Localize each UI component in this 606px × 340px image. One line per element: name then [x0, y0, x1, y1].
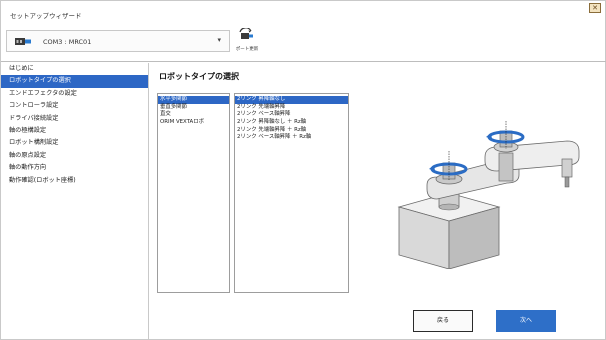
- sidebar-item-controller[interactable]: コントローラ設定: [1, 100, 148, 112]
- list-item[interactable]: 水平多関節: [158, 96, 229, 104]
- list-item[interactable]: 2リンク ベース軸昇降: [235, 111, 348, 119]
- list-item[interactable]: 2リンク 昇降軸なし: [235, 96, 348, 104]
- sidebar-item-intro[interactable]: はじめに: [1, 63, 148, 75]
- chevron-down-icon[interactable]: ▾: [217, 36, 221, 44]
- list-item[interactable]: 2リンク ベース軸昇降 ＋ Rz軸: [235, 134, 348, 142]
- close-button[interactable]: ✕: [589, 3, 601, 13]
- list-item[interactable]: ORIM VEXTAロボ: [158, 119, 229, 127]
- sidebar-item-motion-check[interactable]: 動作確認(ロボット座標): [1, 175, 148, 187]
- refresh-label: ポート更新: [235, 47, 259, 52]
- robot-variant-list[interactable]: 2リンク 昇降軸なし 2リンク 先端軸昇降 2リンク ベース軸昇降 2リンク 昇…: [234, 93, 349, 293]
- port-select[interactable]: COM3 : MRC01 ▾: [6, 30, 230, 52]
- back-button[interactable]: 戻る: [413, 310, 473, 332]
- window-title: セットアップウィザード: [10, 12, 82, 20]
- robot-type-list[interactable]: 水平多関節 垂直多関節 直交 ORIM VEXTAロボ: [157, 93, 230, 293]
- list-item[interactable]: 直交: [158, 111, 229, 119]
- sidebar-item-axis-direction[interactable]: 軸の動作方向: [1, 162, 148, 174]
- sidebar-item-end-effector[interactable]: エンドエフェクタの設定: [1, 88, 148, 100]
- sidebar-item-driver[interactable]: ドライバ接続設定: [1, 113, 148, 125]
- list-item[interactable]: 2リンク 昇降軸なし ＋ Rz軸: [235, 119, 348, 127]
- next-button[interactable]: 次へ: [496, 310, 556, 332]
- scara-robot-illustration: [397, 121, 580, 269]
- refresh-port-icon: [239, 28, 253, 39]
- page-title: ロボットタイプの選択: [159, 72, 239, 81]
- sidebar-item-robot-type[interactable]: ロボットタイプの選択: [1, 75, 148, 88]
- sidebar-item-robot-config[interactable]: ロボット構剤設定: [1, 137, 148, 149]
- sidebar-item-axis-polarity[interactable]: 軸の極構設定: [1, 125, 148, 137]
- wizard-window: セットアップウィザード ✕ COM3 : MRC01 ▾ ポート更新 はじめに …: [0, 0, 606, 340]
- usb-port-icon: [15, 38, 31, 45]
- wizard-steps-sidebar: はじめに ロボットタイプの選択 エンドエフェクタの設定 コントローラ設定 ドライ…: [1, 63, 149, 340]
- header-divider: [1, 61, 606, 62]
- port-label: COM3 : MRC01: [43, 38, 92, 46]
- port-refresh-button[interactable]: ポート更新: [232, 28, 262, 56]
- sidebar-item-axis-origin[interactable]: 軸の原点設定: [1, 150, 148, 162]
